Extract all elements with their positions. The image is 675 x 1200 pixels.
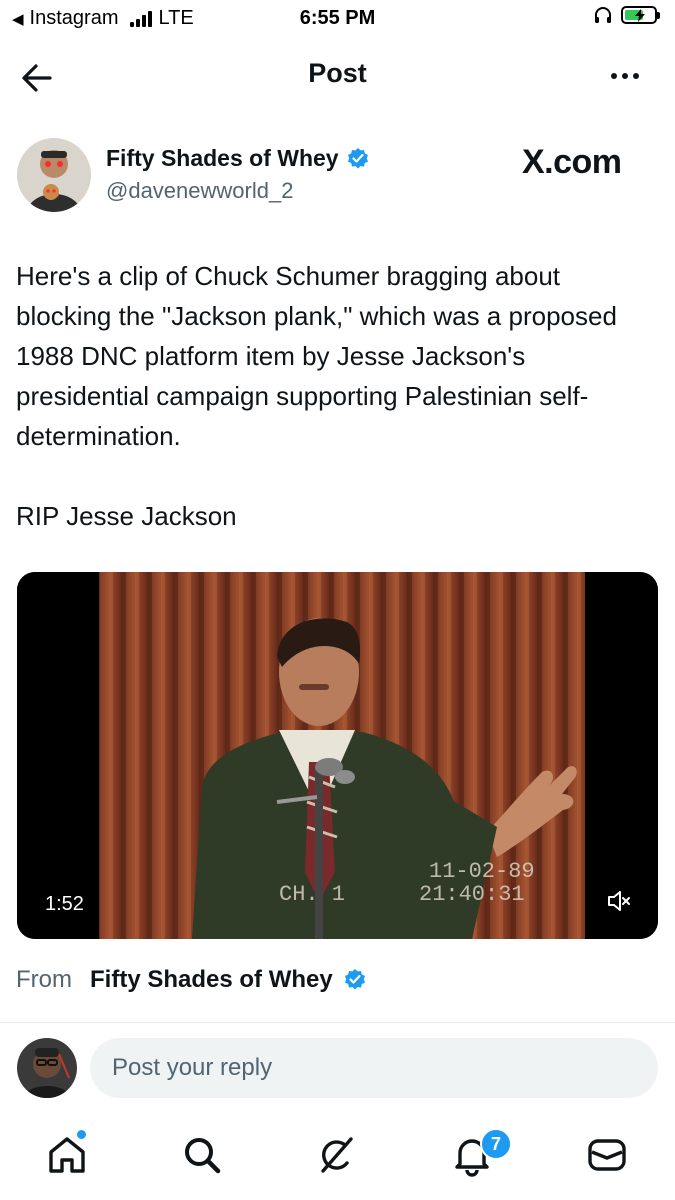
tab-home[interactable] (45, 1133, 89, 1177)
video-duration: 1:52 (45, 893, 84, 915)
search-icon (185, 1138, 221, 1174)
grok-icon (321, 1137, 353, 1173)
divider (0, 1022, 675, 1023)
video-timestamp-overlay-date: 11-02-89 (429, 859, 535, 884)
video-player[interactable]: CH. 1 11-02-89 21:40:31 (17, 572, 658, 939)
user-avatar[interactable] (17, 1038, 77, 1098)
page-title: Post (308, 58, 367, 88)
mute-button[interactable] (606, 888, 632, 914)
post-text-paragraph: RIP Jesse Jackson (16, 501, 237, 531)
video-frame: CH. 1 11-02-89 21:40:31 (17, 572, 658, 939)
battery-icon (621, 6, 660, 24)
status-time: 6:55 PM (299, 7, 376, 29)
author-name[interactable]: Fifty Shades of Whey (106, 145, 370, 172)
verified-badge-icon (344, 969, 365, 990)
video-timestamp-overlay-time: 21:40:31 (419, 882, 525, 907)
messages-icon (588, 1139, 626, 1171)
status-bar-right (593, 5, 660, 25)
headphones-icon (595, 7, 611, 23)
post-text: Here's a clip of Chuck Schumer bragging … (16, 256, 656, 536)
speaker-muted-icon (608, 891, 630, 911)
verified-badge-icon (347, 147, 368, 168)
tab-messages[interactable] (585, 1133, 629, 1177)
more-options-button[interactable] (603, 58, 647, 94)
post-text-paragraph: Here's a clip of Chuck Schumer bragging … (16, 261, 617, 451)
from-attribution: From Fifty Shades of Whey (16, 966, 367, 994)
x-com-watermark: X.com (522, 143, 622, 181)
author-name-label[interactable]: Fifty Shades of Whey (106, 145, 339, 172)
home-unread-dot (77, 1130, 86, 1139)
video-channel-overlay: CH. 1 (279, 882, 345, 907)
tab-grok[interactable] (314, 1133, 358, 1177)
home-icon (49, 1137, 85, 1173)
reply-input[interactable] (90, 1038, 658, 1098)
more-horizontal-icon (611, 73, 617, 79)
tab-search[interactable] (180, 1133, 224, 1177)
from-label: From (16, 966, 72, 993)
author-handle[interactable]: @davenewworld_2 (106, 178, 293, 204)
status-bar: ◀ Instagram LTE 6:55 PM (0, 0, 675, 40)
author-avatar[interactable] (17, 138, 91, 212)
from-name[interactable]: Fifty Shades of Whey (90, 966, 333, 994)
notification-count-badge: 7 (480, 1128, 512, 1160)
